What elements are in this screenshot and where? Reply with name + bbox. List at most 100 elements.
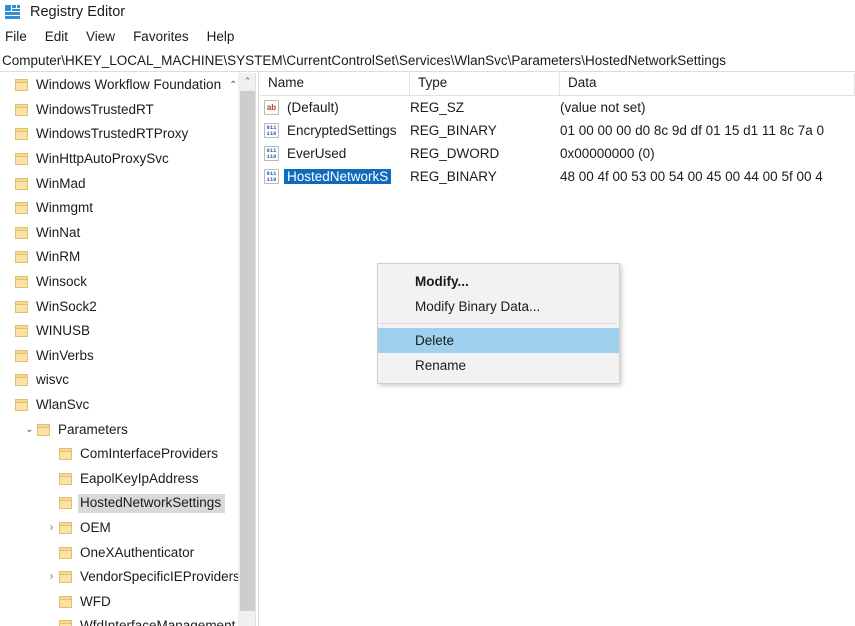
tree-item-winnat[interactable]: WinNat xyxy=(0,221,238,246)
tree-item-label: WindowsTrustedRT xyxy=(36,101,154,117)
tree-item-winmad[interactable]: WinMad xyxy=(0,171,238,196)
tree-item-windowstrustedrtproxy[interactable]: WindowsTrustedRTProxy xyxy=(0,122,238,147)
folder-icon xyxy=(15,153,28,166)
table-row[interactable]: 011 110 EncryptedSettings REG_BINARY 01 00 0… xyxy=(260,119,855,142)
menu-favorites[interactable]: Favorites xyxy=(124,27,198,47)
tree-item-label: WinHttpAutoProxySvc xyxy=(36,151,169,167)
chevron-right-icon[interactable]: › xyxy=(44,522,59,533)
value-name-label: EncryptedSettings xyxy=(287,123,397,138)
context-menu-item-delete[interactable]: Delete xyxy=(378,328,619,353)
tree-item-winverbs[interactable]: WinVerbs xyxy=(0,344,238,369)
title-bar: Registry Editor xyxy=(0,0,855,24)
value-name-cell: 011 110 EncryptedSettings xyxy=(260,123,410,138)
column-header-name[interactable]: Name xyxy=(260,73,410,95)
tree-item-eapolkeyipaddress[interactable]: EapolKeyIpAddress xyxy=(0,467,238,492)
tree-item-windowstrustedrt[interactable]: WindowsTrustedRT xyxy=(0,98,238,123)
table-row[interactable]: 011 110 EverUsed REG_DWORD 0x00000000 (0) xyxy=(260,142,855,165)
folder-icon xyxy=(59,620,72,626)
registry-editor-window: Registry Editor File Edit View Favorites… xyxy=(0,0,855,626)
tree-item-winsock[interactable]: Winsock xyxy=(0,270,238,295)
folder-icon xyxy=(37,423,50,436)
folder-icon xyxy=(59,472,72,485)
menu-help[interactable]: Help xyxy=(198,27,244,47)
tree-item-label: wisvc xyxy=(36,372,69,388)
context-menu-item-modify-binary-data[interactable]: Modify Binary Data... xyxy=(378,294,619,319)
content-panes: Windows Workflow Foundation ⌃ WindowsTrust… xyxy=(0,73,855,626)
table-row[interactable]: 011 110 HostedNetworkS REG_BINARY 48 00 4f 0… xyxy=(260,165,855,188)
column-header-type[interactable]: Type xyxy=(410,73,560,95)
registry-icon xyxy=(5,4,21,20)
folder-icon xyxy=(15,325,28,338)
menu-edit[interactable]: Edit xyxy=(36,27,77,47)
tree-item-label: WinRM xyxy=(36,249,81,265)
tree-item-vendorspecificieproviders[interactable]: › VendorSpecificIEProviders xyxy=(0,565,238,590)
value-type-cell: REG_BINARY xyxy=(410,169,497,184)
tree-item-label: OneXAuthenticator xyxy=(80,544,195,560)
table-row[interactable]: ab (Default) REG_SZ (value not set) xyxy=(260,96,855,119)
tree-item-windows-workflow-foundation[interactable]: Windows Workflow Foundation ⌃ xyxy=(0,73,238,98)
list-column-headers: Name Type Data xyxy=(260,73,855,96)
tree-item-cominterfaceproviders[interactable]: ComInterfaceProviders xyxy=(0,442,238,467)
tree-item-wisvc[interactable]: wisvc xyxy=(0,368,238,393)
value-type-cell: REG_DWORD xyxy=(410,146,500,161)
tree-item-label: WINUSB xyxy=(36,323,90,339)
folder-icon xyxy=(15,251,28,264)
value-name-cell: ab (Default) xyxy=(260,100,410,115)
tree-item-label: WinVerbs xyxy=(36,347,94,363)
tree-item-label: OEM xyxy=(80,519,111,535)
tree-item-wfdinterfacemanagement[interactable]: WfdInterfaceManagement xyxy=(0,614,238,626)
address-bar[interactable]: Computer\HKEY_LOCAL_MACHINE\SYSTEM\Curre… xyxy=(0,49,855,72)
context-menu[interactable]: Modify... Modify Binary Data... Delete Rena… xyxy=(377,263,620,384)
menu-view[interactable]: View xyxy=(77,27,124,47)
tree-scrollbar[interactable]: ⌃ xyxy=(238,73,255,626)
value-data-cell: 48 00 4f 00 53 00 54 00 45 00 44 00 5f 0… xyxy=(560,169,823,184)
binary-value-icon: 011 110 xyxy=(264,146,279,161)
tree-item-label: Winmgmt xyxy=(36,200,93,216)
registry-path: Computer\HKEY_LOCAL_MACHINE\SYSTEM\Curre… xyxy=(2,52,727,68)
folder-icon xyxy=(59,448,72,461)
tree-item-winrm[interactable]: WinRM xyxy=(0,245,238,270)
chevron-down-icon[interactable]: ⌄ xyxy=(22,424,37,435)
tree-item-label: WlanSvc xyxy=(36,397,90,413)
folder-icon xyxy=(15,300,28,313)
tree-item-label: VendorSpecificIEProviders xyxy=(80,569,238,585)
scroll-up-icon[interactable]: ⌃ xyxy=(239,73,256,90)
value-name-label: EverUsed xyxy=(287,146,347,161)
value-data-cell: 01 00 00 00 d0 8c 9d df 01 15 d1 11 8c 7… xyxy=(560,123,824,138)
tree-item-label: WindowsTrustedRTProxy xyxy=(36,126,189,142)
tree-item-hostednetworksettings[interactable]: HostedNetworkSettings xyxy=(0,491,238,516)
context-menu-separator xyxy=(380,323,617,324)
pane-splitter[interactable] xyxy=(255,73,259,626)
folder-icon xyxy=(15,202,28,215)
tree-item-winusb[interactable]: WINUSB xyxy=(0,319,238,344)
tree-item-label: Parameters xyxy=(58,421,128,437)
value-name-label: (Default) xyxy=(287,100,339,115)
tree-item-label: EapolKeyIpAddress xyxy=(80,470,199,486)
tree-item-wfd[interactable]: WFD xyxy=(0,589,238,614)
tree-collapse-indicator-icon[interactable]: ⌃ xyxy=(229,80,237,91)
folder-icon xyxy=(59,497,72,510)
menu-file[interactable]: File xyxy=(0,27,36,47)
tree-scrollbar-thumb[interactable] xyxy=(240,91,255,611)
tree-item-onexauthenticator[interactable]: OneXAuthenticator xyxy=(0,540,238,565)
column-header-data[interactable]: Data xyxy=(560,73,855,95)
tree-item-parameters[interactable]: ⌄ Parameters xyxy=(0,417,238,442)
tree-item-label: WfdInterfaceManagement xyxy=(80,618,236,626)
context-menu-item-modify[interactable]: Modify... xyxy=(378,269,619,294)
folder-icon xyxy=(15,349,28,362)
registry-tree[interactable]: Windows Workflow Foundation ⌃ WindowsTrust… xyxy=(0,73,238,626)
chevron-right-icon[interactable]: › xyxy=(44,572,59,582)
value-type-cell: REG_BINARY xyxy=(410,123,497,138)
value-data-cell: 0x00000000 (0) xyxy=(560,146,655,161)
tree-item-wlansvc[interactable]: WlanSvc xyxy=(0,393,238,418)
tree-item-oem[interactable]: › OEM xyxy=(0,516,238,541)
tree-item-winmgmt[interactable]: Winmgmt xyxy=(0,196,238,221)
folder-icon xyxy=(15,103,28,116)
context-menu-item-rename[interactable]: Rename xyxy=(378,353,619,378)
value-type-cell: REG_SZ xyxy=(410,100,465,115)
folder-icon xyxy=(59,595,72,608)
folder-icon xyxy=(15,177,28,190)
tree-item-winhttpautoproxysvc[interactable]: WinHttpAutoProxySvc xyxy=(0,147,238,172)
tree-item-label: Windows Workflow Foundation xyxy=(36,77,222,93)
tree-item-winsock2[interactable]: WinSock2 xyxy=(0,294,238,319)
